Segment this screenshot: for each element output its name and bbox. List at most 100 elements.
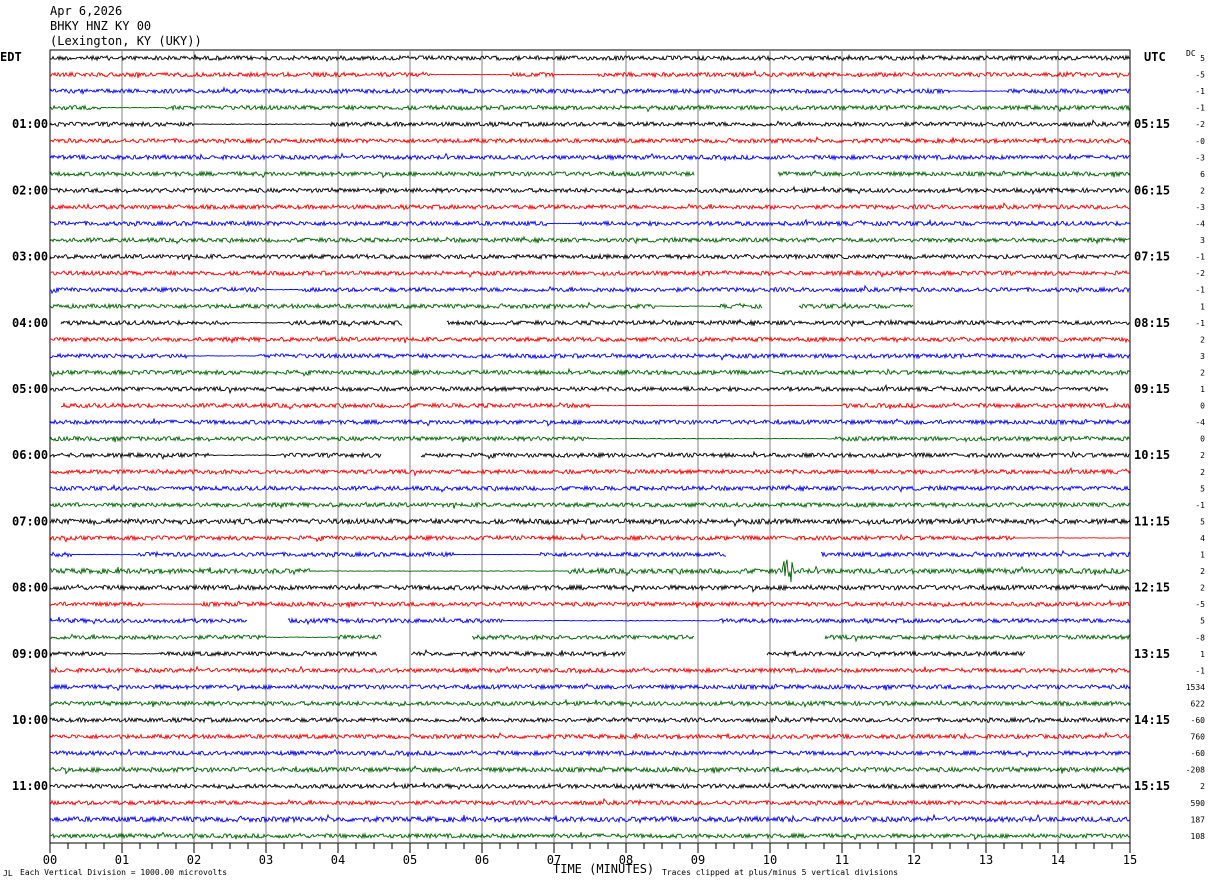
dc-offset-value: 2	[1200, 335, 1205, 344]
x-tick-label: 00	[43, 853, 57, 867]
trace-line	[49, 649, 1026, 658]
trace-line	[49, 235, 1131, 245]
right-time-label: 14:15	[1134, 713, 1170, 727]
trace-line	[49, 103, 1131, 113]
dc-offset-value: -4	[1195, 220, 1205, 229]
trace-line	[49, 583, 1131, 593]
dc-offset-value: 2	[1200, 368, 1205, 377]
trace-line	[49, 483, 1131, 493]
x-tick-label: 04	[331, 853, 345, 867]
x-tick-label: 12	[907, 853, 921, 867]
right-time-label: 05:15	[1134, 117, 1170, 131]
right-time-label: 15:15	[1134, 779, 1170, 793]
x-tick-label: 05	[403, 853, 417, 867]
trace-line	[49, 466, 1131, 477]
trace-group	[49, 53, 1131, 841]
trace-line	[49, 136, 1131, 145]
right-time-label: 10:15	[1134, 448, 1170, 462]
dc-offset-value: -3	[1195, 153, 1205, 162]
trace-line	[49, 352, 1131, 361]
dc-offset-value: 187	[1191, 815, 1206, 824]
dc-offset-value: -1	[1195, 319, 1205, 328]
trace-line	[49, 335, 1131, 345]
dc-offset-value: -5	[1195, 71, 1205, 80]
dc-offset-value: 590	[1191, 799, 1206, 808]
dc-offset-value: 1	[1200, 302, 1205, 311]
left-time-label: 05:00	[12, 382, 48, 396]
dc-offset-value: -5	[1195, 600, 1205, 609]
dc-offset-value: 3	[1200, 352, 1205, 361]
trace-line	[49, 218, 1131, 228]
right-time-label: 07:15	[1134, 250, 1170, 264]
dc-offset-value: -1	[1195, 501, 1205, 510]
x-tick-label: 11	[835, 853, 849, 867]
trace-line	[49, 119, 1131, 128]
trace-line	[49, 599, 1131, 608]
dc-offset-value: -4	[1195, 418, 1205, 427]
trace-line	[49, 532, 1131, 543]
header-station: BHKY HNZ KY 00	[50, 19, 152, 33]
trace-line	[60, 401, 1131, 411]
dc-offset-value: 5	[1200, 617, 1205, 626]
right-time-label: 09:15	[1134, 382, 1170, 396]
dc-offset-value: 108	[1191, 832, 1206, 841]
right-time-label: 06:15	[1134, 183, 1170, 197]
x-tick-label: 10	[763, 853, 777, 867]
dc-offset-value: -2	[1195, 120, 1205, 129]
dc-offset-value: 2	[1200, 584, 1205, 593]
dc-offset-value: -1	[1195, 286, 1205, 295]
dc-offset-value: 1	[1200, 551, 1205, 560]
plot-frame	[49, 49, 1131, 844]
trace-line	[49, 813, 1131, 824]
trace-line	[49, 169, 1131, 179]
trace-line	[49, 698, 1131, 709]
left-time-label: 03:00	[12, 250, 48, 264]
trace-line	[49, 549, 1131, 559]
dc-offset-value: 2	[1200, 782, 1205, 791]
dc-offset-value: 622	[1191, 699, 1206, 708]
dc-offset-value: -1	[1195, 104, 1205, 113]
x-tick-label: 13	[979, 853, 993, 867]
dc-offset-value: 1	[1200, 650, 1205, 659]
trace-line	[49, 517, 1131, 528]
trace-line	[49, 252, 1131, 261]
left-time-label: 08:00	[12, 581, 48, 595]
dc-offset-value: -1	[1195, 253, 1205, 262]
dc-offset-value: 0	[1200, 435, 1205, 444]
dc-offset-value: 760	[1191, 733, 1206, 742]
trace-line	[49, 152, 1131, 162]
dc-offset-value: -60	[1191, 716, 1206, 725]
trace-line	[49, 450, 1131, 460]
trace-line	[49, 418, 1131, 427]
trace-line	[49, 435, 1131, 443]
trace-line	[49, 748, 1131, 758]
trace-line	[60, 318, 1131, 328]
dc-offset-value: -2	[1195, 269, 1205, 278]
right-time-label: 12:15	[1134, 581, 1170, 595]
dc-offset-value: 3	[1200, 236, 1205, 245]
right-timezone-label: UTC	[1144, 50, 1166, 64]
trace-line	[49, 731, 1131, 741]
x-tick-label: 14	[1051, 853, 1065, 867]
trace-line	[49, 69, 1131, 79]
x-tick-label: 02	[187, 853, 201, 867]
dc-offset-value: 1534	[1186, 683, 1205, 692]
dc-offset-value: 5	[1200, 484, 1205, 493]
dc-offset-value: 0	[1200, 402, 1205, 411]
dc-offset-value: 4	[1200, 534, 1205, 543]
trace-line	[49, 86, 1131, 95]
trace-line	[49, 185, 1131, 196]
left-time-label: 07:00	[12, 514, 48, 528]
right-time-label: 08:15	[1134, 316, 1170, 330]
left-time-label: 02:00	[12, 183, 48, 197]
dc-offset-value: 2	[1200, 567, 1205, 576]
trace-line	[49, 269, 1131, 279]
left-time-label: 01:00	[12, 117, 48, 131]
trace-line	[49, 367, 1131, 378]
x-tick-label: 03	[259, 853, 273, 867]
dc-offset-value: 5	[1200, 54, 1205, 63]
trace-line	[49, 384, 1109, 395]
trace-line	[49, 682, 1131, 692]
trace-line	[49, 665, 1131, 675]
left-time-label: 04:00	[12, 316, 48, 330]
